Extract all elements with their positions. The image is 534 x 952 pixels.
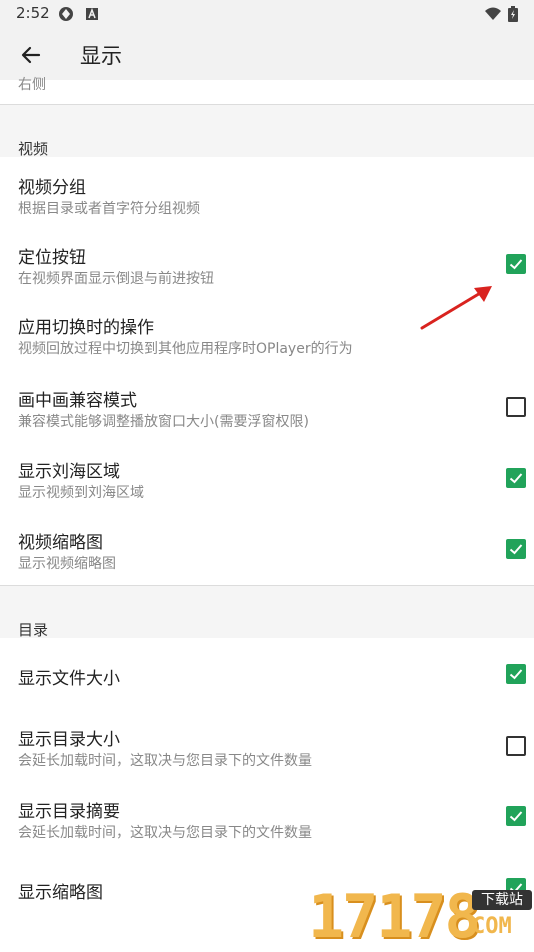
page-title: 显示 [80, 44, 122, 68]
setting-title: 显示缩略图 [18, 883, 103, 903]
watermark-tag: 下载站 [472, 890, 532, 910]
check-icon [509, 544, 523, 555]
checkbox-unchecked[interactable] [506, 397, 526, 417]
setting-pip-compat-mode[interactable]: 画中画兼容模式 兼容模式能够调整播放窗口大小(需要浮窗权限) [0, 367, 534, 437]
setting-show-notch-area[interactable]: 显示刘海区域 显示视频到刘海区域 [0, 437, 534, 507]
app-notification-icon [58, 6, 74, 22]
setting-subtitle: 在视频界面显示倒退与前进按钮 [18, 271, 214, 287]
setting-title: 显示刘海区域 [18, 462, 120, 482]
setting-subtitle: 会延长加载时间，这取决与您目录下的文件数量 [18, 825, 312, 841]
setting-title: 显示文件大小 [18, 669, 120, 689]
setting-subtitle: 根据目录或者首字符分组视频 [18, 201, 200, 217]
checkbox-checked[interactable] [506, 664, 526, 684]
checkbox-checked[interactable] [506, 254, 526, 274]
setting-subtitle: 视频回放过程中切换到其他应用程序时OPlayer的行为 [18, 341, 353, 357]
setting-title: 画中画兼容模式 [18, 391, 137, 411]
setting-app-switch-action[interactable]: 应用切换时的操作 视频回放过程中切换到其他应用程序时OPlayer的行为 [0, 297, 534, 367]
setting-title: 显示目录大小 [18, 730, 120, 750]
checkbox-checked[interactable] [506, 806, 526, 826]
back-button[interactable] [14, 38, 48, 72]
check-icon [509, 473, 523, 484]
check-icon [509, 259, 523, 270]
setting-title: 显示目录摘要 [18, 802, 120, 822]
site-watermark-logo: 17178 下载站 COM [308, 884, 534, 950]
status-bar: 2:52 [0, 0, 534, 28]
setting-title: 定位按钮 [18, 248, 86, 268]
watermark-suffix: COM [472, 914, 512, 939]
setting-show-file-size[interactable]: 显示文件大小 [0, 638, 534, 714]
section-band-video [0, 105, 534, 157]
setting-video-grouping[interactable]: 视频分组 根据目录或者首字符分组视频 [0, 157, 534, 227]
check-icon [509, 669, 523, 680]
checkbox-checked[interactable] [506, 468, 526, 488]
wifi-icon [484, 6, 501, 22]
setting-video-thumbnails[interactable]: 视频缩略图 显示视频缩略图 [0, 507, 534, 585]
setting-subtitle: 兼容模式能够调整播放窗口大小(需要浮窗权限) [18, 414, 309, 430]
setting-subtitle: 会延长加载时间，这取决与您目录下的文件数量 [18, 753, 312, 769]
setting-title: 应用切换时的操作 [18, 318, 154, 338]
app-toolbar: 显示 [0, 28, 534, 80]
section-header-directory: 目录 [18, 621, 49, 639]
setting-title: 视频分组 [18, 178, 86, 198]
status-time: 2:52 [16, 4, 50, 22]
section-band-directory [0, 586, 534, 638]
section-header-video: 视频 [18, 140, 49, 158]
setting-title: 视频缩略图 [18, 533, 103, 553]
battery-icon [508, 6, 524, 22]
checkbox-unchecked[interactable] [506, 736, 526, 756]
setting-show-directory-summary[interactable]: 显示目录摘要 会延长加载时间，这取决与您目录下的文件数量 [0, 786, 534, 858]
checkbox-checked[interactable] [506, 539, 526, 559]
previous-item-subtitle: 右侧 [18, 77, 46, 93]
setting-subtitle: 显示视频缩略图 [18, 556, 116, 572]
setting-subtitle: 显示视频到刘海区域 [18, 485, 144, 501]
check-icon [509, 811, 523, 822]
text-notification-icon [84, 6, 100, 22]
arrow-left-icon [21, 46, 41, 64]
watermark-number: 17178 [308, 882, 481, 952]
setting-show-directory-size[interactable]: 显示目录大小 会延长加载时间，这取决与您目录下的文件数量 [0, 714, 534, 786]
